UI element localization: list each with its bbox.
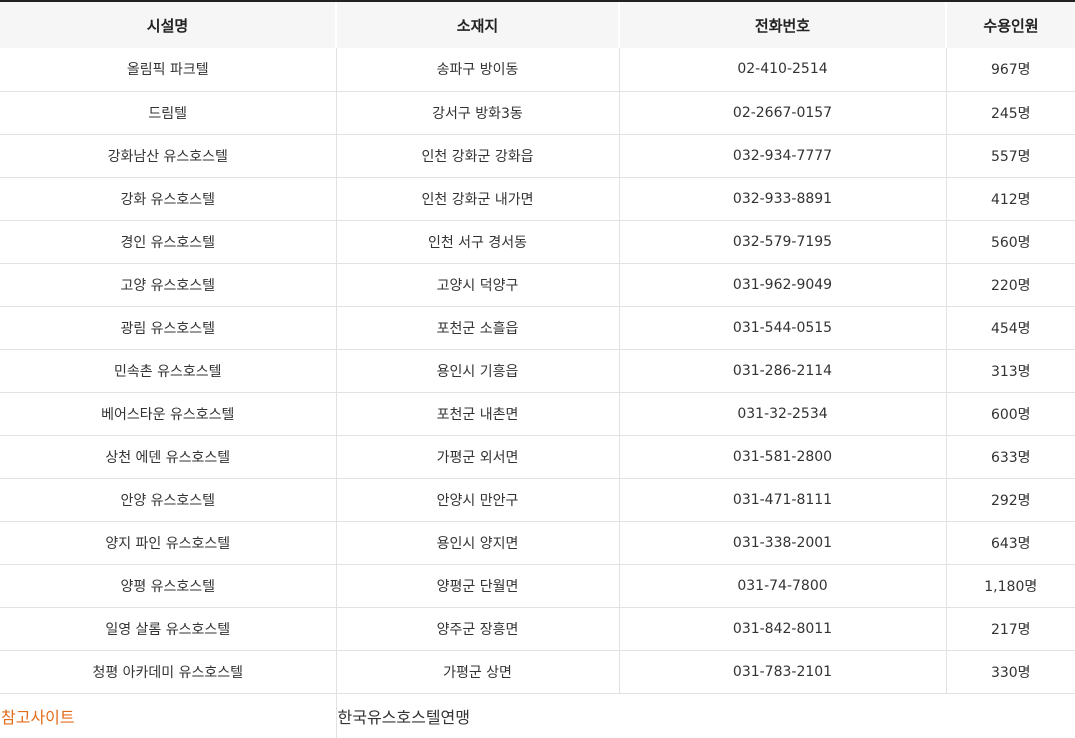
capacity-cell: 1,180명 — [945, 564, 1075, 608]
capacity-cell: 560명 — [945, 220, 1075, 264]
header-row: 시설명 소재지 전화번호 수용인원 — [0, 0, 1075, 48]
capacity-cell: 643명 — [945, 521, 1075, 565]
reference-label-cell: 참고사이트 — [0, 693, 336, 738]
table-row: 드림텔 강서구 방화3동 02-2667-0157 245명 — [0, 91, 1075, 135]
capacity-cell: 967명 — [945, 48, 1075, 92]
table-footer: 참고사이트 한국유스호스텔연맹 — [0, 693, 1075, 738]
phone-cell: 032-579-7195 — [618, 220, 946, 264]
location-cell: 인천 강화군 강화읍 — [335, 134, 619, 178]
location-cell: 강서구 방화3동 — [335, 91, 619, 135]
table-row: 안양 유스호스텔 안양시 만안구 031-471-8111 292명 — [0, 478, 1075, 522]
location-cell: 양평군 단월면 — [335, 564, 619, 608]
phone-cell: 031-842-8011 — [618, 607, 946, 651]
facility-name-cell: 일영 살롬 유스호스텔 — [0, 607, 336, 651]
location-cell: 송파구 방이동 — [335, 48, 619, 92]
location-cell: 인천 서구 경서동 — [335, 220, 619, 264]
facility-name-cell: 드림텔 — [0, 91, 336, 135]
location-cell: 가평군 외서면 — [335, 435, 619, 479]
location-cell: 고양시 덕양구 — [335, 263, 619, 307]
facility-name-cell: 강화 유스호스텔 — [0, 177, 336, 221]
phone-cell: 032-934-7777 — [618, 134, 946, 178]
location-cell: 안양시 만안구 — [335, 478, 619, 522]
capacity-cell: 292명 — [945, 478, 1075, 522]
facility-name-cell: 양지 파인 유스호스텔 — [0, 521, 336, 565]
header-phone: 전화번호 — [618, 0, 946, 48]
phone-cell: 02-2667-0157 — [618, 91, 946, 135]
phone-cell: 031-544-0515 — [618, 306, 946, 350]
table-row: 베어스타운 유스호스텔 포천군 내촌면 031-32-2534 600명 — [0, 392, 1075, 436]
facility-name-cell: 경인 유스호스텔 — [0, 220, 336, 264]
table-row: 청평 아카데미 유스호스텔 가평군 상면 031-783-2101 330명 — [0, 650, 1075, 694]
phone-cell: 031-783-2101 — [618, 650, 946, 694]
table-header: 시설명 소재지 전화번호 수용인원 — [0, 0, 1075, 48]
phone-cell: 031-581-2800 — [618, 435, 946, 479]
table-row: 양지 파인 유스호스텔 용인시 양지면 031-338-2001 643명 — [0, 521, 1075, 565]
table-row: 양평 유스호스텔 양평군 단월면 031-74-7800 1,180명 — [0, 564, 1075, 608]
table-row: 민속촌 유스호스텔 용인시 기흥읍 031-286-2114 313명 — [0, 349, 1075, 393]
facility-name-cell: 올림픽 파크텔 — [0, 48, 336, 92]
phone-cell: 031-471-8111 — [618, 478, 946, 522]
table-row: 강화남산 유스호스텔 인천 강화군 강화읍 032-934-7777 557명 — [0, 134, 1075, 178]
capacity-cell: 330명 — [945, 650, 1075, 694]
capacity-cell: 454명 — [945, 306, 1075, 350]
facility-name-cell: 베어스타운 유스호스텔 — [0, 392, 336, 436]
facility-name-cell: 광림 유스호스텔 — [0, 306, 336, 350]
capacity-cell: 220명 — [945, 263, 1075, 307]
reference-site-link[interactable]: 참고사이트 — [1, 708, 75, 727]
table-row: 일영 살롬 유스호스텔 양주군 장흥면 031-842-8011 217명 — [0, 607, 1075, 651]
capacity-cell: 557명 — [945, 134, 1075, 178]
reference-value: 한국유스호스텔연맹 — [335, 693, 1075, 738]
location-cell: 가평군 상면 — [335, 650, 619, 694]
location-cell: 양주군 장흥면 — [335, 607, 619, 651]
phone-cell: 032-933-8891 — [618, 177, 946, 221]
capacity-cell: 217명 — [945, 607, 1075, 651]
capacity-cell: 633명 — [945, 435, 1075, 479]
facility-name-cell: 양평 유스호스텔 — [0, 564, 336, 608]
phone-cell: 031-962-9049 — [618, 263, 946, 307]
phone-cell: 031-74-7800 — [618, 564, 946, 608]
location-cell: 용인시 기흥읍 — [335, 349, 619, 393]
facility-name-cell: 청평 아카데미 유스호스텔 — [0, 650, 336, 694]
facility-name-cell: 강화남산 유스호스텔 — [0, 134, 336, 178]
header-location: 소재지 — [335, 0, 619, 48]
location-cell: 포천군 내촌면 — [335, 392, 619, 436]
capacity-cell: 313명 — [945, 349, 1075, 393]
phone-cell: 031-338-2001 — [618, 521, 946, 565]
location-cell: 포천군 소흘읍 — [335, 306, 619, 350]
capacity-cell: 600명 — [945, 392, 1075, 436]
capacity-cell: 245명 — [945, 91, 1075, 135]
phone-cell: 031-286-2114 — [618, 349, 946, 393]
facility-name-cell: 고양 유스호스텔 — [0, 263, 336, 307]
facility-name-cell: 상천 에덴 유스호스텔 — [0, 435, 336, 479]
location-cell: 용인시 양지면 — [335, 521, 619, 565]
header-facility-name: 시설명 — [0, 0, 336, 48]
reference-row: 참고사이트 한국유스호스텔연맹 — [0, 693, 1075, 738]
table-row: 고양 유스호스텔 고양시 덕양구 031-962-9049 220명 — [0, 263, 1075, 307]
facility-name-cell: 민속촌 유스호스텔 — [0, 349, 336, 393]
table-row: 상천 에덴 유스호스텔 가평군 외서면 031-581-2800 633명 — [0, 435, 1075, 479]
facility-name-cell: 안양 유스호스텔 — [0, 478, 336, 522]
phone-cell: 031-32-2534 — [618, 392, 946, 436]
location-cell: 인천 강화군 내가면 — [335, 177, 619, 221]
table-row: 광림 유스호스텔 포천군 소흘읍 031-544-0515 454명 — [0, 306, 1075, 350]
table-row: 경인 유스호스텔 인천 서구 경서동 032-579-7195 560명 — [0, 220, 1075, 264]
header-capacity: 수용인원 — [945, 0, 1075, 48]
hostel-table: 시설명 소재지 전화번호 수용인원 올림픽 파크텔 송파구 방이동 02-410-2… — [0, 0, 1075, 738]
table-row: 강화 유스호스텔 인천 강화군 내가면 032-933-8891 412명 — [0, 177, 1075, 221]
capacity-cell: 412명 — [945, 177, 1075, 221]
table-row: 올림픽 파크텔 송파구 방이동 02-410-2514 967명 — [0, 48, 1075, 92]
table-body: 올림픽 파크텔 송파구 방이동 02-410-2514 967명 드림텔 강서구 방화3동… — [0, 48, 1075, 694]
phone-cell: 02-410-2514 — [618, 48, 946, 92]
